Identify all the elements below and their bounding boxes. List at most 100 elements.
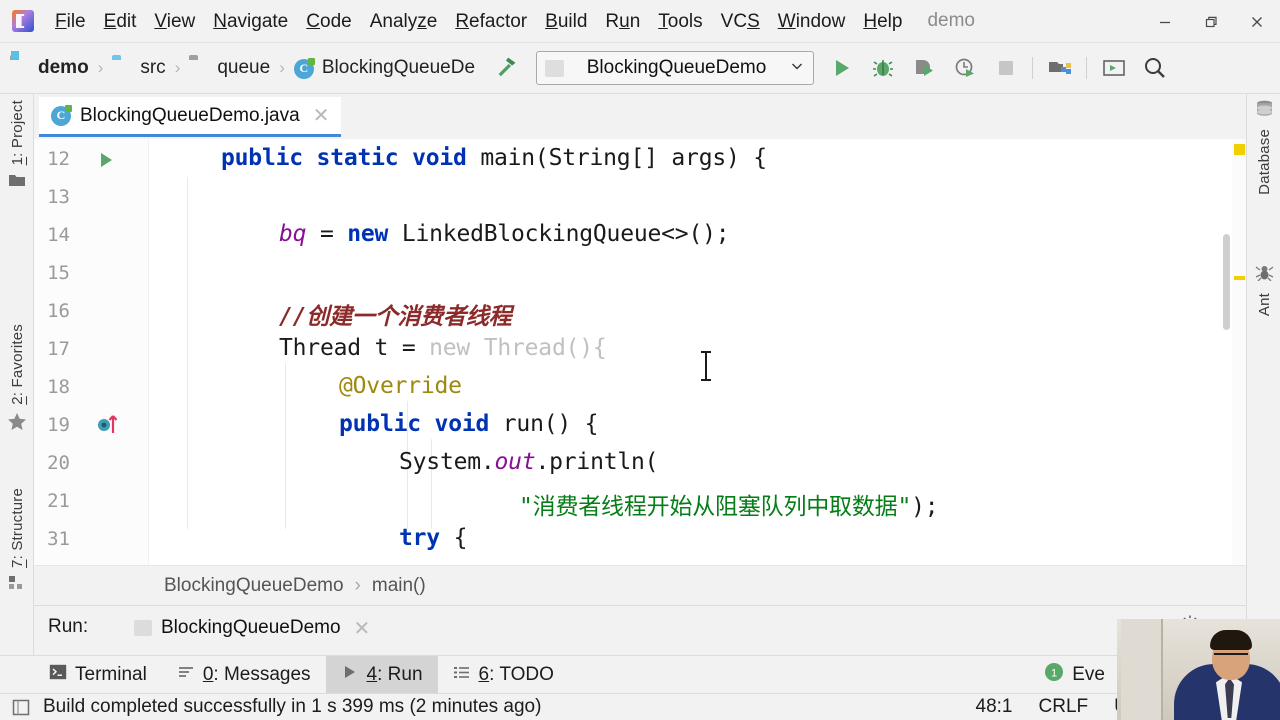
sidebar-item-label: : Structure xyxy=(8,488,26,560)
project-structure-icon[interactable] xyxy=(1044,50,1075,86)
sidebar-item-favorites[interactable]: 2: Favorites xyxy=(0,324,34,436)
window-project-name: demo xyxy=(927,10,975,31)
breadcrumb-class-label[interactable]: BlockingQueueDemo xyxy=(164,575,344,597)
line-number: 21 xyxy=(47,490,70,512)
run-configuration-selector[interactable]: BlockingQueueDemo xyxy=(536,51,815,85)
webcam-overlay xyxy=(1117,619,1280,720)
package-folder-icon xyxy=(189,59,210,78)
menu-run[interactable]: Run xyxy=(596,0,649,43)
run-config-icon xyxy=(545,59,565,77)
project-folder-icon xyxy=(8,172,26,193)
close-icon[interactable] xyxy=(1234,0,1280,43)
run-with-coverage-icon[interactable] xyxy=(908,50,939,86)
run-tool-window-label: Run: xyxy=(48,616,89,637)
sidebar-item-label: Database xyxy=(1255,129,1273,195)
chevron-down-icon[interactable] xyxy=(789,58,805,79)
breadcrumb-label: queue xyxy=(217,57,271,78)
restore-icon[interactable] xyxy=(1188,0,1234,43)
todo-icon xyxy=(453,664,471,686)
tab-label: Terminal xyxy=(75,663,147,685)
sidebar-item-structure[interactable]: 7: Structure xyxy=(0,488,34,596)
sidebar-item-ant[interactable]: Ant xyxy=(1247,264,1280,316)
java-class-icon: C xyxy=(293,57,315,79)
menu-refactor[interactable]: Refactor xyxy=(446,0,536,43)
menu-build[interactable]: Build xyxy=(536,0,596,43)
tab-todo[interactable]: 6: TODO xyxy=(438,656,569,694)
menu-code[interactable]: Code xyxy=(297,0,360,43)
terminal-icon[interactable] xyxy=(1098,50,1129,86)
run-tab-blockingqueuedemo[interactable]: BlockingQueueDemo ✕ xyxy=(134,611,370,645)
editor-gutter[interactable]: 12 13 14 15 16 17 18 19 20 21 31 xyxy=(34,139,149,565)
tab-run[interactable]: 4: Run xyxy=(325,655,438,694)
status-message: Build completed successfully in 1 s 399 … xyxy=(43,696,542,717)
structure-icon xyxy=(8,575,26,596)
menu-vcs[interactable]: VCS xyxy=(712,0,769,43)
java-class-icon: C xyxy=(51,104,72,126)
line-number: 19 xyxy=(47,414,70,436)
editor-tab-label: BlockingQueueDemo.java xyxy=(80,104,300,126)
menu-window[interactable]: Window xyxy=(769,0,855,43)
code-line-18: @Override xyxy=(339,373,462,399)
code-text-area[interactable]: public static void main(String[] args) {… xyxy=(149,139,1246,565)
left-tool-window-stripe: 1: Project 2: Favorites 7: Structure xyxy=(0,94,34,665)
run-config-name: BlockingQueueDemo xyxy=(586,57,767,78)
line-separator[interactable]: CRLF xyxy=(1039,696,1089,718)
editor-breadcrumb: BlockingQueueDemo › main() xyxy=(34,565,1246,605)
right-tool-window-stripe: Database Ant xyxy=(1246,94,1280,665)
sidebar-item-label: : Favorites xyxy=(8,324,26,397)
line-number: 12 xyxy=(47,148,70,170)
menu-navigate[interactable]: Navigate xyxy=(204,0,297,43)
sidebar-item-database[interactable]: Database xyxy=(1247,100,1280,195)
menu-view[interactable]: View xyxy=(145,0,204,43)
code-line-21: "消费者线程开始从阻塞队列中取数据"); xyxy=(519,494,939,520)
method-override-icon[interactable] xyxy=(96,411,122,440)
run-tab-label: BlockingQueueDemo xyxy=(161,617,341,638)
search-everywhere-icon[interactable] xyxy=(1139,50,1170,86)
tab-label: Eve xyxy=(1072,663,1105,685)
line-number: 31 xyxy=(47,528,70,550)
minimize-icon[interactable] xyxy=(1142,0,1188,43)
breadcrumb-separator: › xyxy=(279,58,285,77)
tab-terminal[interactable]: Terminal xyxy=(34,656,162,694)
menu-bar: File Edit View Navigate Code Analyze Ref… xyxy=(0,0,1280,43)
star-icon xyxy=(7,412,27,436)
editor-tab-blockingqueuedemo[interactable]: C BlockingQueueDemo.java ✕ xyxy=(39,97,342,137)
hammer-icon[interactable] xyxy=(493,52,520,84)
ant-icon xyxy=(1255,264,1274,286)
messages-icon xyxy=(177,664,195,686)
warning-marker[interactable] xyxy=(1234,144,1245,155)
caret-position[interactable]: 48:1 xyxy=(976,696,1013,718)
breadcrumb-separator: › xyxy=(174,58,181,77)
toolbar-divider xyxy=(1086,57,1088,79)
breadcrumb-folder-src[interactable]: src xyxy=(110,43,167,94)
menu-file[interactable]: File xyxy=(46,0,95,43)
close-icon[interactable]: ✕ xyxy=(354,616,371,641)
navigation-toolbar: demo › src › queue › C BlockingQueueDe B… xyxy=(0,43,1280,94)
menu-help[interactable]: Help xyxy=(854,0,911,43)
sidebar-item-project[interactable]: 1: Project xyxy=(0,100,34,193)
run-gutter-icon[interactable] xyxy=(96,150,116,175)
menu-analyze[interactable]: Analyze xyxy=(361,0,447,43)
line-number: 16 xyxy=(47,300,70,322)
text-caret xyxy=(701,351,711,381)
tab-messages[interactable]: 0: Messages xyxy=(162,656,326,694)
close-icon[interactable]: ✕ xyxy=(313,103,330,128)
editor-marker-bar[interactable] xyxy=(1223,139,1246,565)
warning-marker[interactable] xyxy=(1234,276,1245,280)
profiler-icon[interactable] xyxy=(949,50,980,86)
breadcrumb-package-queue[interactable]: queue xyxy=(187,43,272,94)
breadcrumb-method-label[interactable]: main() xyxy=(372,575,426,597)
module-folder-icon xyxy=(10,50,31,78)
toggle-sidebar-icon[interactable] xyxy=(12,698,31,717)
line-number: 18 xyxy=(47,376,70,398)
menu-tools[interactable]: Tools xyxy=(649,0,711,43)
breadcrumb-class-blockingqueuedemo[interactable]: C BlockingQueueDe xyxy=(292,43,477,94)
code-editor[interactable]: 12 13 14 15 16 17 18 19 20 21 31 public … xyxy=(34,139,1246,565)
menu-edit[interactable]: Edit xyxy=(95,0,146,43)
debug-icon[interactable] xyxy=(867,50,898,86)
run-icon[interactable] xyxy=(826,50,857,86)
editor-scrollbar-thumb[interactable] xyxy=(1223,234,1230,330)
code-line-12: public static void main(String[] args) { xyxy=(221,145,767,171)
breadcrumb-label: src xyxy=(140,57,166,78)
breadcrumb-module-demo[interactable]: demo xyxy=(8,43,91,94)
